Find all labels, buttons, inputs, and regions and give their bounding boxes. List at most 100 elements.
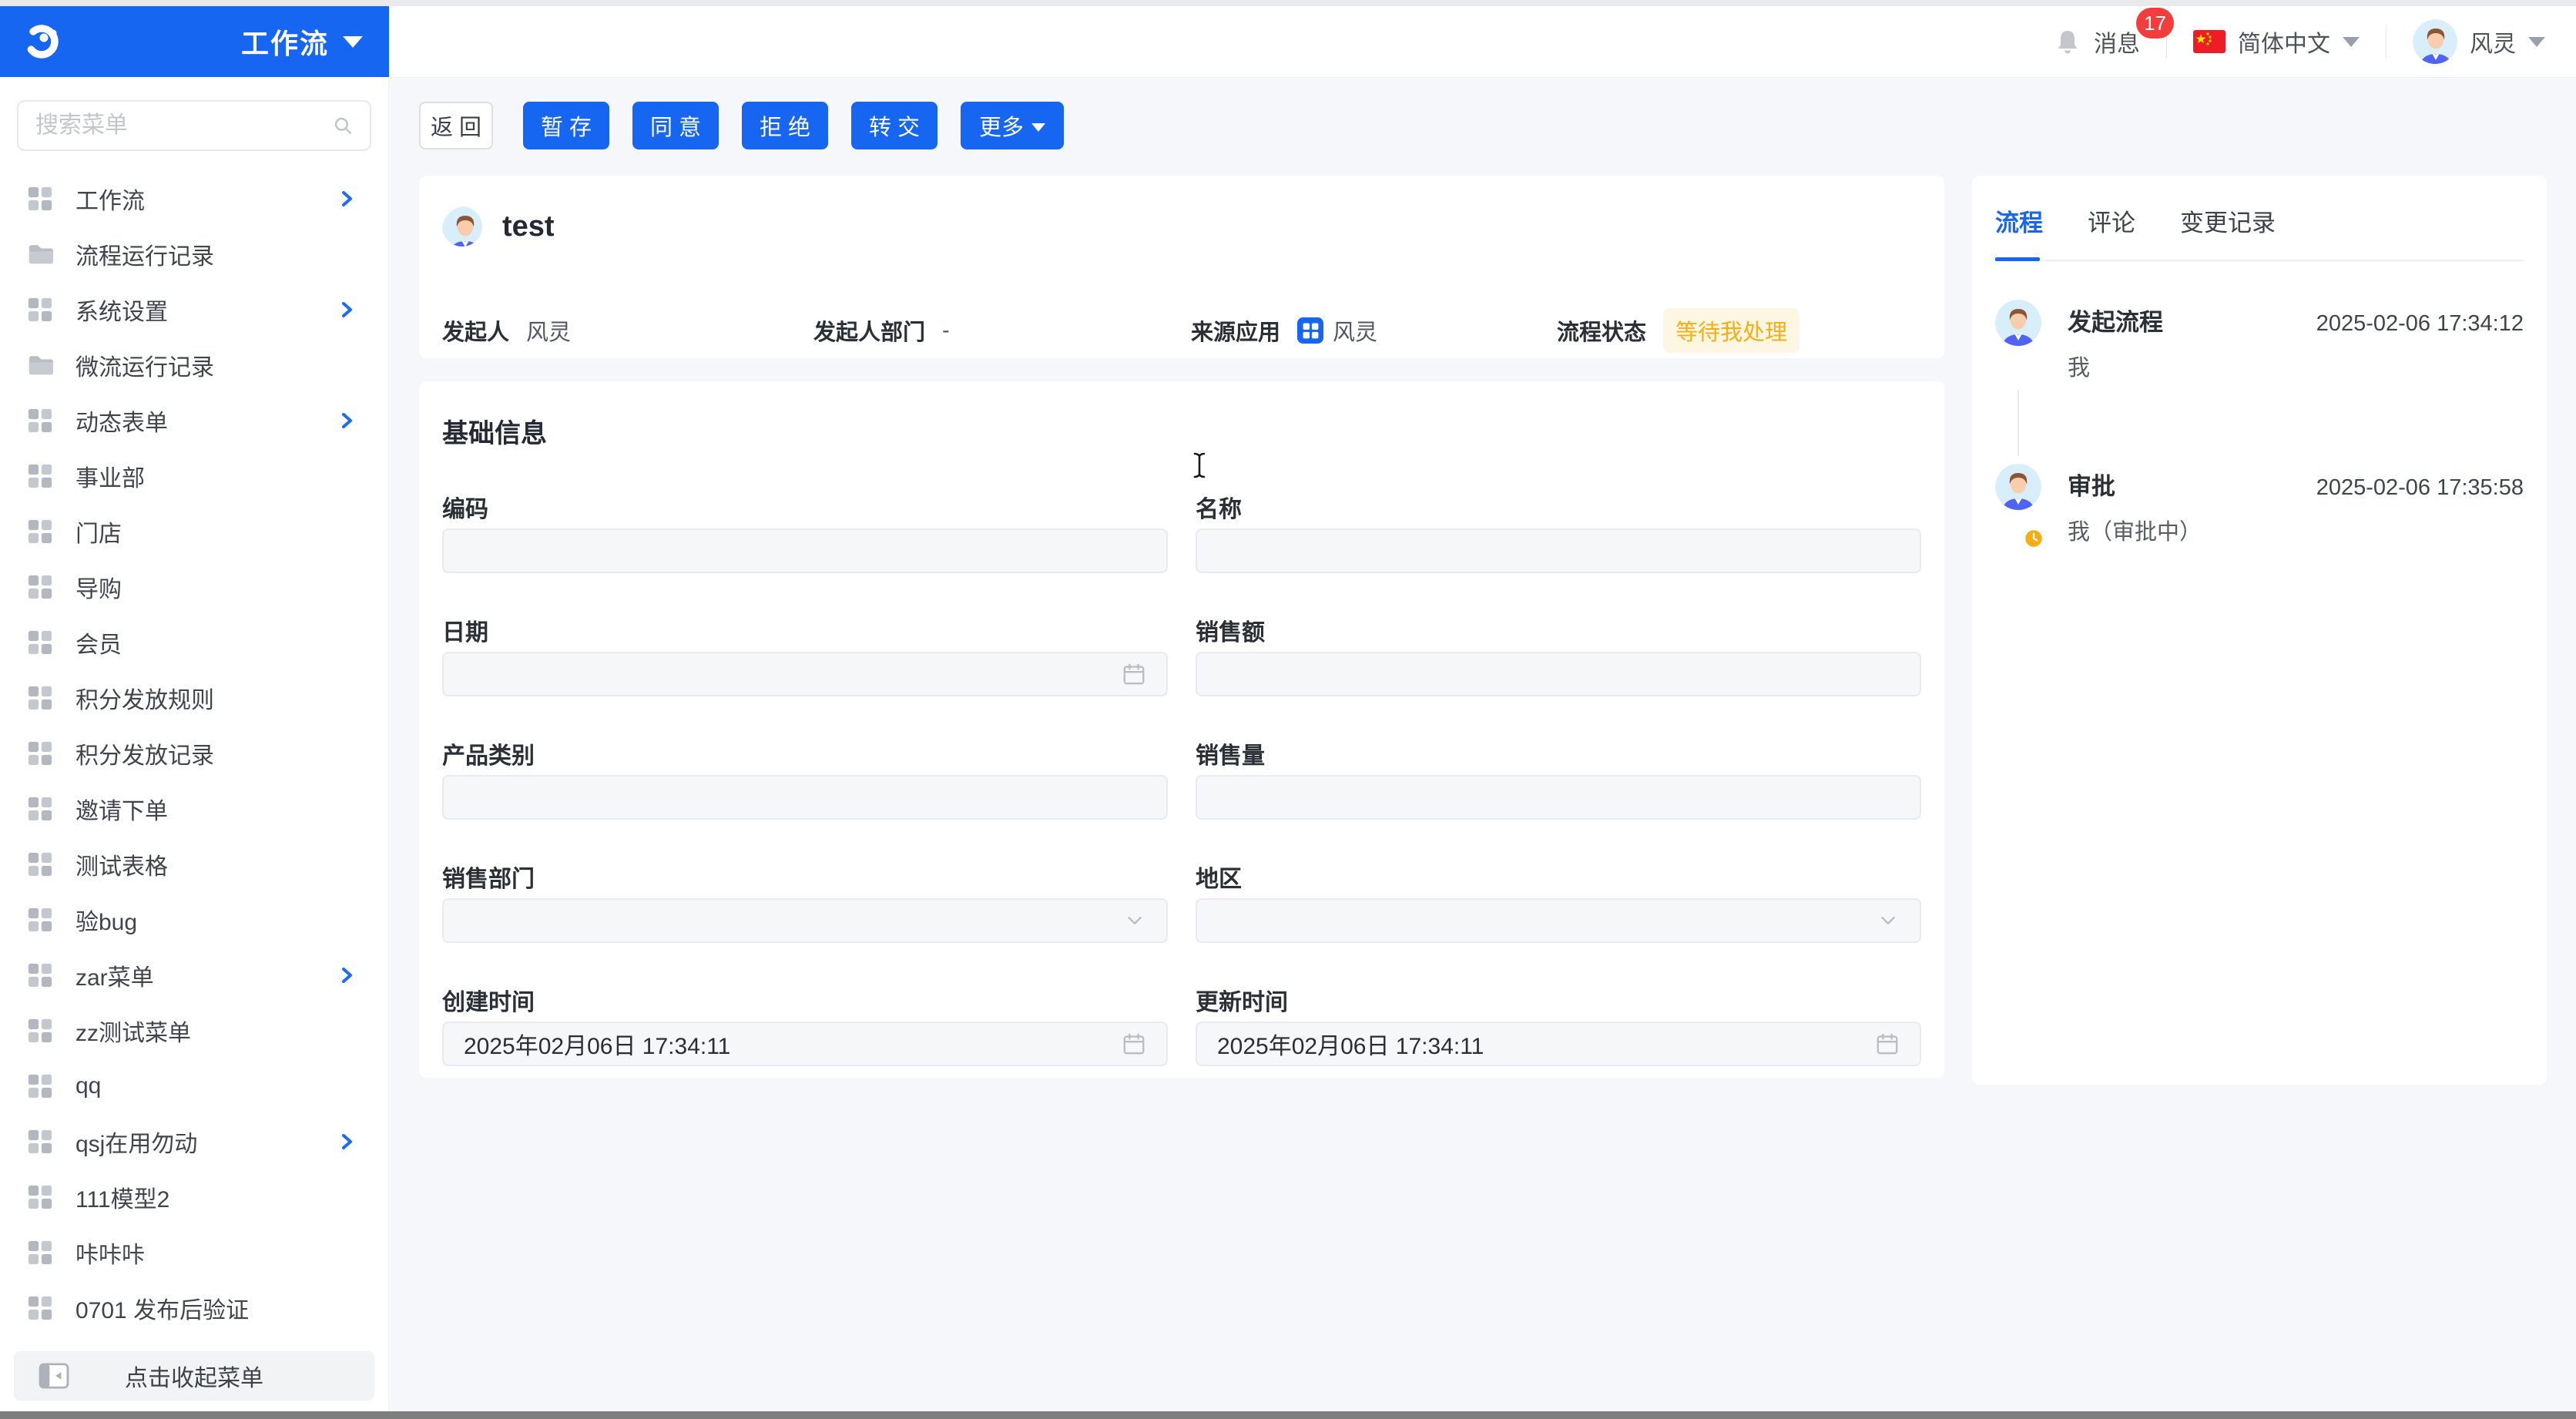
field-input[interactable] <box>1196 775 1921 820</box>
field-label: 销售部门 <box>442 860 1168 887</box>
meta-label: 来源应用 <box>1191 314 1280 347</box>
field-input[interactable] <box>442 528 1168 573</box>
field-input[interactable] <box>1196 898 1921 943</box>
grid-icon <box>26 684 54 712</box>
menu-item-label: 动态表单 <box>75 404 168 438</box>
meta-item: 发起人 风灵 <box>442 314 813 347</box>
sidebar-menu-item[interactable]: 111模型2 <box>0 1169 388 1225</box>
sidebar-menu-item[interactable]: 会员 <box>0 615 388 670</box>
grid-icon <box>26 961 54 989</box>
field-input[interactable] <box>1196 652 1921 696</box>
sidebar-menu-item[interactable]: zz测试菜单 <box>0 1003 388 1058</box>
grid-icon <box>26 1072 54 1100</box>
field-input[interactable]: 2025年02月06日 17:34:11 <box>1196 1021 1921 1066</box>
app-title: 工作流 <box>241 22 329 62</box>
meta-value-text: 风灵 <box>526 314 571 347</box>
sidebar-menu-item[interactable]: zar菜单 <box>0 948 388 1003</box>
field-input[interactable] <box>442 652 1168 696</box>
action-button-label: 转 交 <box>869 109 920 142</box>
collapse-icon <box>39 1363 69 1389</box>
grid-icon <box>26 1017 54 1045</box>
field-label: 日期 <box>442 613 1168 641</box>
sidebar-menu-item[interactable]: 系统设置 <box>0 282 388 337</box>
user-menu[interactable]: 风灵 <box>2413 19 2545 64</box>
sidebar-menu-item[interactable]: 邀请下单 <box>0 781 388 837</box>
form-field: 销售额 <box>1196 613 1921 696</box>
top-bar: 工作流 消息 17 简体中文 <box>0 6 2576 77</box>
sidebar-search[interactable] <box>17 100 371 151</box>
form-field: 编码 <box>442 490 1168 573</box>
field-input[interactable] <box>442 775 1168 820</box>
search-icon <box>333 113 353 138</box>
sidebar-menu-item[interactable]: 动态表单 <box>0 393 388 448</box>
grid-icon <box>26 906 54 934</box>
meta-item: 来源应用 风灵 <box>1191 314 1557 347</box>
caret-down-icon <box>2528 37 2545 47</box>
sidebar-menu-item[interactable]: 验bug <box>0 892 388 948</box>
chevron-right-icon <box>336 188 357 210</box>
meta-value-text: 风灵 <box>1333 314 1377 347</box>
menu-item-label: 邀请下单 <box>75 792 168 826</box>
panel-tabs: 流程评论变更记录 <box>1995 203 2524 261</box>
language-selector[interactable]: 简体中文 <box>2193 25 2360 59</box>
process-header-card: test 发起人 风灵 发起人部门 - 来源应用 <box>419 176 1944 358</box>
brand-area[interactable]: 工作流 <box>0 6 389 77</box>
grid-icon <box>26 1294 54 1322</box>
sidebar-menu-item[interactable]: 流程运行记录 <box>0 226 388 282</box>
sidebar-menu: 工作流 流程运行记录 系统设置 <box>0 171 388 1336</box>
select-arrow-icon <box>1123 909 1146 932</box>
sidebar-menu-item[interactable]: qq <box>0 1058 388 1114</box>
field-input[interactable]: 2025年02月06日 17:34:11 <box>442 1021 1168 1066</box>
sidebar-menu-item[interactable]: 微流运行记录 <box>0 337 388 393</box>
sidebar-menu-item[interactable]: qsj在用勿动 <box>0 1114 388 1169</box>
sidebar-menu-item[interactable]: 测试表格 <box>0 837 388 892</box>
menu-item-label: 系统设置 <box>75 293 168 327</box>
action-button[interactable]: 拒 绝 <box>742 102 828 149</box>
sidebar-menu-item[interactable]: 积分发放规则 <box>0 670 388 726</box>
action-button[interactable]: 同 意 <box>632 102 719 149</box>
sidebar-menu-item[interactable]: 积分发放记录 <box>0 726 388 781</box>
collapse-menu-button[interactable]: 点击收起菜单 <box>14 1351 374 1401</box>
action-button[interactable]: 暂 存 <box>523 102 609 149</box>
sidebar-menu-item[interactable]: 0701 发布后验证 <box>0 1280 388 1336</box>
form-field: 产品类别 <box>442 736 1168 820</box>
panel-tab[interactable]: 评论 <box>2088 203 2135 260</box>
field-input[interactable] <box>1196 528 1921 573</box>
form-section-title: 基础信息 <box>442 412 1921 450</box>
avatar <box>1995 336 2041 346</box>
clock-badge-icon <box>2023 528 2044 549</box>
calendar-icon <box>1122 662 1146 686</box>
grid-icon <box>26 1128 54 1156</box>
field-input[interactable] <box>442 898 1168 943</box>
timeline-item: 审批 2025-02-06 17:35:58 我（审批中） <box>1995 464 2524 546</box>
sidebar-menu-item[interactable]: 事业部 <box>0 448 388 504</box>
action-button[interactable]: 转 交 <box>851 102 937 149</box>
timeline-step-person: 我 <box>2068 350 2524 382</box>
sidebar-menu-item[interactable]: 导购 <box>0 559 388 615</box>
messages-entry[interactable]: 消息 17 <box>2054 25 2140 59</box>
sidebar-menu-item[interactable]: 门店 <box>0 504 388 559</box>
sidebar-menu-item[interactable]: 工作流 <box>0 171 388 226</box>
grid-icon <box>26 1183 54 1211</box>
sidebar-menu-item[interactable]: 咔咔咔 <box>0 1225 388 1280</box>
search-input[interactable] <box>35 112 333 139</box>
horizontal-scrollbar[interactable] <box>0 1411 2576 1419</box>
grid-icon <box>26 629 54 656</box>
logo-icon <box>22 22 62 62</box>
back-button[interactable]: 返 回 <box>419 102 493 149</box>
top-bar-right: 消息 17 简体中文 风灵 <box>2054 6 2576 77</box>
panel-tab[interactable]: 变更记录 <box>2180 203 2276 260</box>
menu-item-label: 导购 <box>75 570 122 604</box>
process-timeline: 发起流程 2025-02-06 17:34:12 我 <box>1995 300 2524 546</box>
app-icon <box>1297 317 1323 344</box>
panel-tab[interactable]: 流程 <box>1995 203 2043 260</box>
chevron-down-icon <box>1031 123 1045 132</box>
timeline-step-person: 我（审批中） <box>2068 514 2524 546</box>
caret-down-icon <box>2343 37 2360 47</box>
caret-down-icon[interactable] <box>343 36 363 48</box>
process-title: test <box>502 210 555 243</box>
more-button[interactable]: 更多 <box>961 102 1064 149</box>
chevron-right-icon <box>336 299 357 320</box>
menu-item-label: 门店 <box>75 515 122 548</box>
meta-value-text: 等待我处理 <box>1663 308 1800 353</box>
